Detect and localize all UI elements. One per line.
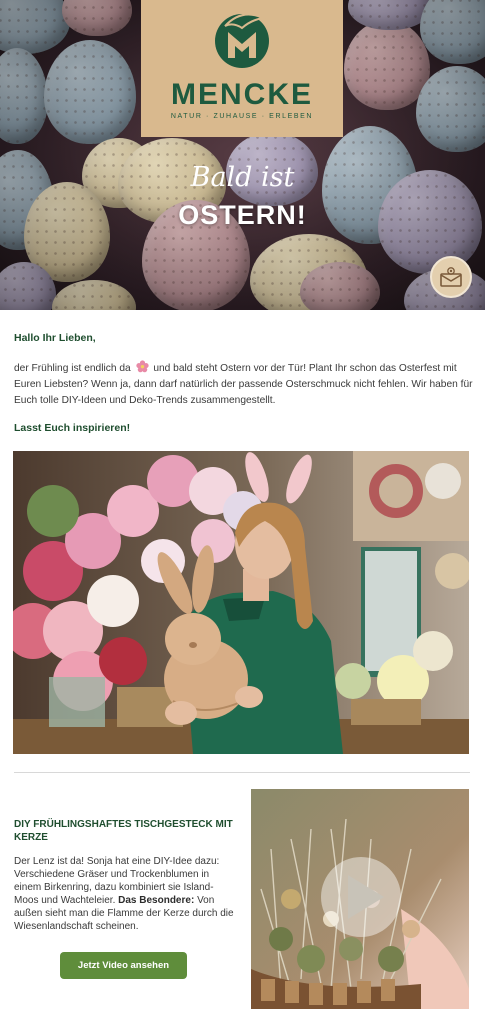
section-divider [14, 772, 470, 773]
diy-title: DIY Frühlingshaftes Tischgesteck mit Ker… [14, 819, 233, 843]
play-icon [321, 857, 401, 937]
hero-banner: MENCKE NATUR · ZUHAUSE · ERLEBEN Bald is… [0, 0, 485, 310]
table-arrangement-illustration [251, 789, 469, 1009]
mail-envelope-icon [440, 267, 462, 287]
hero-script-line: Bald ist [190, 162, 295, 193]
mencke-logo-icon [215, 13, 269, 68]
brand-name: MENCKE [170, 78, 313, 111]
diy-description: Der Lenz ist da! Sonja hat eine DIY-Idee… [14, 855, 236, 933]
intro-text-part1: der Frühling ist endlich da [14, 363, 131, 374]
intro-paragraph: der Frühling ist endlich da und bald ste… [14, 360, 474, 409]
mail-button[interactable] [430, 256, 472, 298]
greeting: Hallo Ihr Lieben, [14, 332, 96, 344]
watch-video-button[interactable]: Jetzt Video ansehen [60, 952, 187, 979]
brand-logo[interactable]: MENCKE NATUR · ZUHAUSE · ERLEBEN [141, 0, 343, 137]
flower-shop-illustration [13, 451, 469, 754]
diy-text-highlight: Das Besondere: [118, 895, 195, 906]
easter-flowers-photo[interactable] [13, 451, 469, 754]
diy-video-thumbnail[interactable] [251, 789, 469, 1009]
inspire-line: Lasst Euch inspirieren! [14, 422, 131, 434]
hero-title: OSTERN! [178, 200, 307, 230]
brand-tagline: NATUR · ZUHAUSE · ERLEBEN [170, 113, 314, 120]
cherry-blossom-icon [135, 360, 149, 373]
